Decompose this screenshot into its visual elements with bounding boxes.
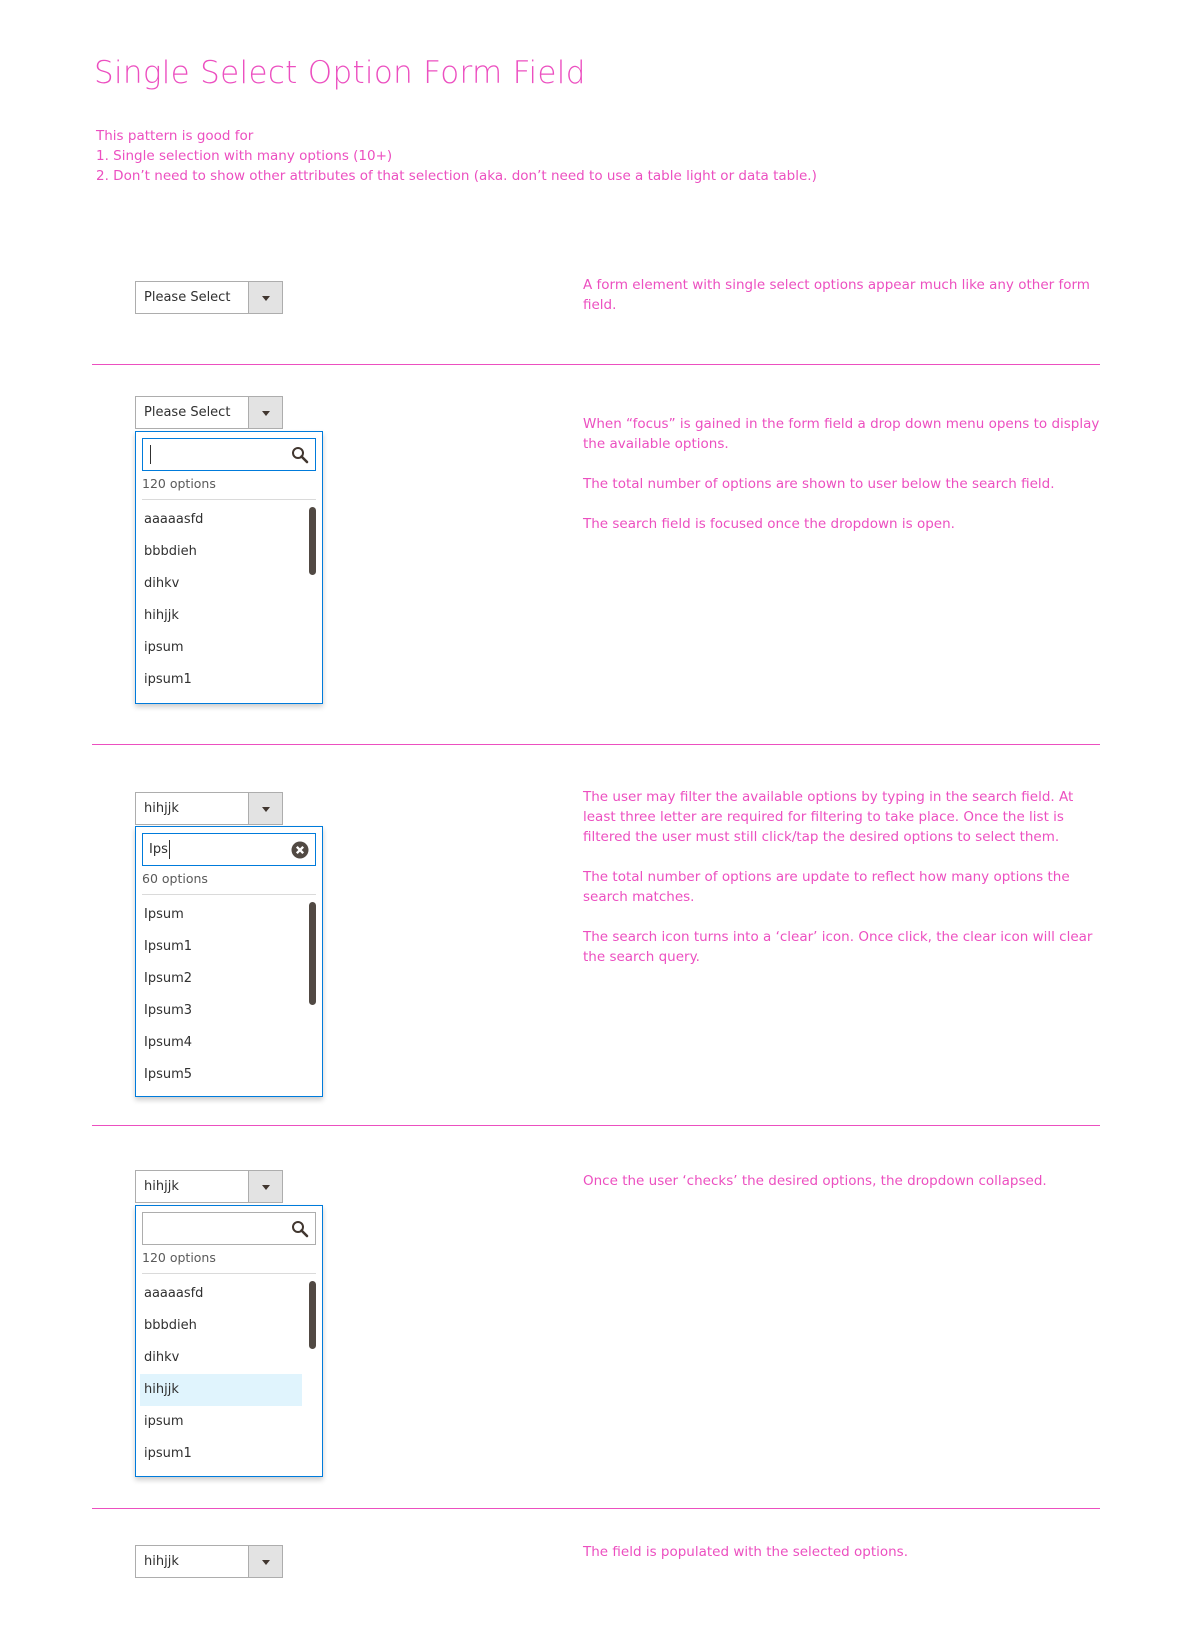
caret-down-icon (262, 1185, 270, 1190)
select-value: Please Select (144, 405, 231, 420)
option-item[interactable]: Ipsum3 (140, 995, 302, 1027)
single-select-field[interactable]: hihjjk (135, 792, 283, 825)
option-item[interactable]: ipsum (140, 632, 302, 664)
description-paragraph: The user may filter the available option… (583, 789, 1074, 845)
caret-down-icon (262, 807, 270, 812)
intro-line: 1. Single selection with many options (1… (96, 148, 393, 164)
description-paragraph: The total number of options are shown to… (583, 476, 1055, 492)
option-item[interactable]: Ipsum (140, 899, 302, 931)
option-item[interactable]: ipsum1 (140, 1438, 302, 1470)
option-item[interactable]: ipsum1 (140, 664, 302, 696)
select-value: hihjjk (144, 1554, 179, 1569)
search-input[interactable]: Ips (142, 833, 316, 866)
option-item[interactable]: Ipsum2 (140, 963, 302, 995)
description-paragraph: The search icon turns into a ‘clear’ ico… (583, 929, 1093, 965)
options-list: aaaaasfd bbbdieh dihkv hihjjk ipsum ipsu… (140, 1278, 302, 1470)
caret-down-icon (262, 296, 270, 301)
section-5-description: The field is populated with the selected… (583, 1542, 1103, 1582)
options-list: aaaaasfd bbbdieh dihkv hihjjk ipsum ipsu… (140, 504, 302, 696)
dropdown-toggle-button[interactable] (248, 793, 282, 824)
search-value: Ips (149, 842, 168, 857)
description-paragraph: The search field is focused once the dro… (583, 516, 955, 532)
options-count: 120 options (142, 476, 216, 491)
intro-line: This pattern is good for (96, 128, 254, 144)
separator (142, 894, 316, 895)
dropdown-toggle-button[interactable] (248, 1171, 282, 1202)
option-item[interactable]: aaaaasfd (140, 1278, 302, 1310)
single-select-field[interactable]: Please Select (135, 396, 283, 429)
option-item[interactable]: dihkv (140, 568, 302, 600)
caret-down-icon (262, 411, 270, 416)
dropdown-toggle-button[interactable] (248, 1546, 282, 1577)
option-item[interactable]: Ipsum5 (140, 1059, 302, 1091)
text-cursor (168, 840, 170, 859)
scrollbar-thumb[interactable] (309, 1281, 316, 1349)
option-item[interactable]: hihjjk (140, 600, 302, 632)
select-value: hihjjk (144, 1179, 179, 1194)
intro-text: This pattern is good for 1. Single selec… (96, 126, 817, 186)
dropdown-toggle-button[interactable] (248, 282, 282, 313)
option-item[interactable]: Ipsum1 (140, 931, 302, 963)
section-divider (92, 744, 1100, 745)
description-paragraph: The field is populated with the selected… (583, 1544, 909, 1560)
option-item[interactable]: aaaaasfd (140, 504, 302, 536)
intro-line: 2. Don’t need to show other attributes o… (96, 168, 817, 184)
description-paragraph: The total number of options are update t… (583, 869, 1070, 905)
single-select-field[interactable]: Please Select (135, 281, 283, 314)
section-divider (92, 364, 1100, 365)
single-select-field[interactable]: hihjjk (135, 1545, 283, 1578)
select-value: hihjjk (144, 801, 179, 816)
options-count: 120 options (142, 1250, 216, 1265)
option-item[interactable]: ipsum (140, 1406, 302, 1438)
option-item[interactable]: dihkv (140, 1342, 302, 1374)
section-divider (92, 1125, 1100, 1126)
option-item[interactable]: bbbdieh (140, 536, 302, 568)
text-cursor (150, 445, 151, 464)
dropdown-panel: 120 options aaaaasfd bbbdieh dihkv hihjj… (135, 1205, 323, 1477)
separator (142, 1273, 316, 1274)
scrollbar-thumb[interactable] (309, 902, 316, 1005)
search-input[interactable] (142, 1212, 316, 1245)
clear-icon[interactable] (291, 841, 309, 859)
search-input[interactable] (142, 438, 316, 471)
scrollbar-thumb[interactable] (309, 507, 316, 575)
section-3-description: The user may filter the available option… (583, 787, 1103, 987)
option-item[interactable]: Ipsum4 (140, 1027, 302, 1059)
dropdown-toggle-button[interactable] (248, 397, 282, 428)
options-list: Ipsum Ipsum1 Ipsum2 Ipsum3 Ipsum4 Ipsum5 (140, 899, 302, 1091)
description-paragraph: When “focus” is gained in the form field… (583, 416, 1100, 452)
single-select-field[interactable]: hihjjk (135, 1170, 283, 1203)
separator (142, 499, 316, 500)
section-divider (92, 1508, 1100, 1509)
caret-down-icon (262, 1560, 270, 1565)
option-item-selected[interactable]: hihjjk (140, 1374, 302, 1406)
section-2-description: When “focus” is gained in the form field… (583, 414, 1103, 554)
search-icon[interactable] (291, 446, 309, 464)
search-icon[interactable] (291, 1220, 309, 1238)
section-4-description: Once the user ‘checks’ the desired optio… (583, 1171, 1103, 1211)
options-count: 60 options (142, 871, 208, 886)
dropdown-panel: 120 options aaaaasfd bbbdieh dihkv hihjj… (135, 431, 323, 704)
description-paragraph: A form element with single select option… (583, 277, 1090, 313)
select-value: Please Select (144, 290, 231, 305)
section-1-description: A form element with single select option… (583, 275, 1103, 335)
option-item[interactable]: bbbdieh (140, 1310, 302, 1342)
description-paragraph: Once the user ‘checks’ the desired optio… (583, 1173, 1047, 1189)
dropdown-panel: Ips 60 options Ipsum Ipsum1 Ipsum2 Ipsum… (135, 826, 323, 1097)
page-title: Single Select Option Form Field (94, 55, 586, 91)
